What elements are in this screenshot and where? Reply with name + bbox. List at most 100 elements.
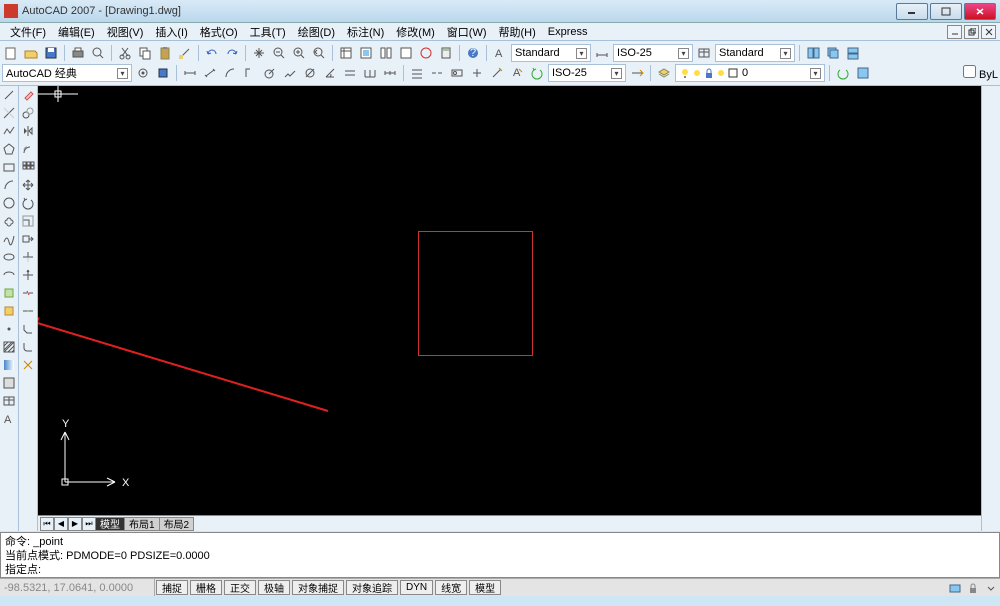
move-button[interactable] — [19, 176, 37, 194]
workspace-combo[interactable]: AutoCAD 经典▾ — [2, 64, 132, 82]
new-button[interactable] — [2, 44, 20, 62]
tab-layout1[interactable]: 布局1 — [124, 517, 160, 531]
dim-edit-button[interactable] — [488, 64, 506, 82]
point-button[interactable] — [0, 320, 18, 338]
tablestyle-icon[interactable] — [695, 44, 713, 62]
ellipse-button[interactable] — [0, 248, 18, 266]
dimstyle-combo[interactable]: ISO-25▾ — [613, 44, 693, 62]
layer-manager-button[interactable] — [655, 64, 673, 82]
workspace-settings-button[interactable] — [134, 64, 152, 82]
toggle-model[interactable]: 模型 — [469, 580, 501, 595]
zoom-realtime-button[interactable] — [270, 44, 288, 62]
drawing-canvas[interactable]: X Y — [38, 86, 981, 515]
polygon-button[interactable] — [0, 140, 18, 158]
mtext-button[interactable]: A — [0, 410, 18, 428]
offset-button[interactable] — [19, 140, 37, 158]
mirror-button[interactable] — [19, 122, 37, 140]
layer-combo[interactable]: 0 ▾ — [675, 64, 825, 82]
sheetset-button[interactable] — [397, 44, 415, 62]
bylayer-checkbox[interactable] — [963, 65, 976, 78]
menu-tools[interactable]: 工具(T) — [244, 24, 292, 40]
menu-dim[interactable]: 标注(N) — [341, 24, 390, 40]
properties-button[interactable] — [337, 44, 355, 62]
pan-button[interactable] — [250, 44, 268, 62]
dim-jogged-button[interactable] — [281, 64, 299, 82]
table-button[interactable] — [0, 392, 18, 410]
toggle-lwt[interactable]: 线宽 — [435, 580, 467, 595]
extend-button[interactable] — [19, 266, 37, 284]
paste-button[interactable] — [156, 44, 174, 62]
print-button[interactable] — [69, 44, 87, 62]
menu-insert[interactable]: 插入(I) — [149, 24, 193, 40]
toggle-grid[interactable]: 栅格 — [190, 580, 222, 595]
tab-model[interactable]: 模型 — [95, 517, 125, 531]
revcloud-button[interactable] — [0, 212, 18, 230]
refresh-button[interactable] — [834, 64, 852, 82]
maximize-button[interactable] — [930, 3, 962, 20]
dim-baseline-button[interactable] — [361, 64, 379, 82]
center-mark-button[interactable] — [468, 64, 486, 82]
make-block-button[interactable] — [0, 302, 18, 320]
line-button[interactable] — [0, 86, 18, 104]
insert-block-button[interactable] — [0, 284, 18, 302]
status-comm-button[interactable] — [946, 579, 964, 597]
workspace-save-button[interactable] — [154, 64, 172, 82]
tab-prev-button[interactable]: ◀ — [54, 517, 68, 531]
redo-button[interactable] — [223, 44, 241, 62]
dim-diameter-button[interactable] — [301, 64, 319, 82]
layer-state-button[interactable] — [854, 64, 872, 82]
toggle-dyn[interactable]: DYN — [400, 580, 433, 595]
save-button[interactable] — [42, 44, 60, 62]
arc-button[interactable] — [0, 176, 18, 194]
toggle-osnap[interactable]: 对象捕捉 — [292, 580, 344, 595]
dim-continue-button[interactable] — [381, 64, 399, 82]
toggle-polar[interactable]: 极轴 — [258, 580, 290, 595]
copy2-button[interactable] — [19, 104, 37, 122]
copy-button[interactable] — [136, 44, 154, 62]
dimstyle-manager-button[interactable] — [628, 64, 646, 82]
scale-button[interactable] — [19, 212, 37, 230]
textstyle-icon[interactable]: A — [491, 44, 509, 62]
hatch-button[interactable] — [0, 338, 18, 356]
menu-view[interactable]: 视图(V) — [101, 24, 150, 40]
trim-button[interactable] — [19, 248, 37, 266]
dim-radius-button[interactable] — [261, 64, 279, 82]
break-button[interactable] — [19, 284, 37, 302]
markup-button[interactable] — [417, 44, 435, 62]
tablestyle-combo[interactable]: Standard▾ — [715, 44, 795, 62]
menu-edit[interactable]: 编辑(E) — [52, 24, 101, 40]
menu-window[interactable]: 窗口(W) — [441, 24, 493, 40]
menu-draw[interactable]: 绘图(D) — [292, 24, 341, 40]
menu-modify[interactable]: 修改(M) — [390, 24, 441, 40]
plot-preview-button[interactable] — [89, 44, 107, 62]
menu-file[interactable]: 文件(F) — [4, 24, 52, 40]
zoom-window-button[interactable] — [290, 44, 308, 62]
open-button[interactable] — [22, 44, 40, 62]
tab-next-button[interactable]: ▶ — [68, 517, 82, 531]
menu-help[interactable]: 帮助(H) — [493, 24, 542, 40]
minimize-button[interactable] — [896, 3, 928, 20]
right-scrollbar[interactable] — [981, 86, 1000, 531]
dim-quick-button[interactable] — [341, 64, 359, 82]
match-prop-button[interactable] — [176, 44, 194, 62]
stretch-button[interactable] — [19, 230, 37, 248]
region-button[interactable] — [0, 374, 18, 392]
dim-arc-button[interactable] — [221, 64, 239, 82]
dimstyle-icon[interactable] — [593, 44, 611, 62]
rectangle-button[interactable] — [0, 158, 18, 176]
dim-aligned-button[interactable] — [201, 64, 219, 82]
design-center-button[interactable] — [357, 44, 375, 62]
dim-space-button[interactable] — [408, 64, 426, 82]
status-tray-button[interactable] — [982, 579, 1000, 597]
polyline-button[interactable] — [0, 122, 18, 140]
zoom-previous-button[interactable] — [310, 44, 328, 62]
explode-button[interactable] — [19, 356, 37, 374]
dim-linear-button[interactable] — [181, 64, 199, 82]
dim-text-edit-button[interactable]: A — [508, 64, 526, 82]
dimstyle-current-combo[interactable]: ISO-25▾ — [548, 64, 626, 82]
toggle-ortho[interactable]: 正交 — [224, 580, 256, 595]
undo-button[interactable] — [203, 44, 221, 62]
mdi-restore-button[interactable] — [964, 25, 979, 39]
join-button[interactable] — [19, 302, 37, 320]
tab-first-button[interactable]: ⏮ — [40, 517, 54, 531]
